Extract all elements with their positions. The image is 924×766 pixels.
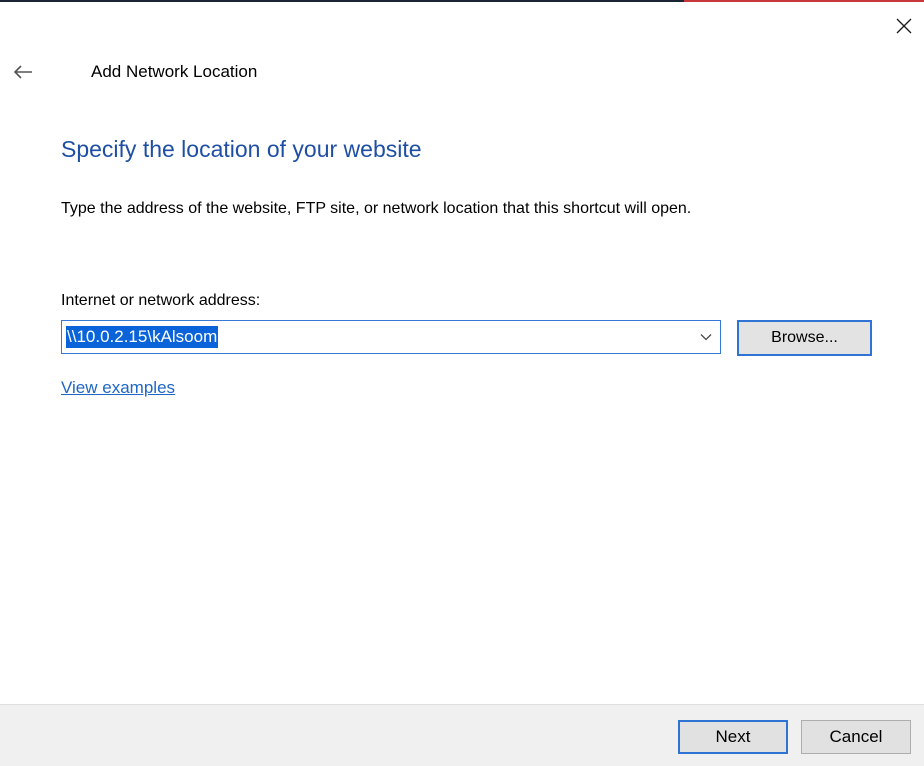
chevron-down-icon bbox=[700, 334, 712, 341]
cancel-button[interactable]: Cancel bbox=[801, 720, 911, 754]
address-input-value[interactable]: \\10.0.2.15\kAlsoom bbox=[66, 326, 219, 348]
address-label: Internet or network address: bbox=[61, 292, 261, 309]
close-icon bbox=[896, 18, 912, 34]
page-heading: Specify the location of your website bbox=[61, 136, 422, 162]
next-button[interactable]: Next bbox=[678, 720, 788, 754]
close-button[interactable] bbox=[884, 8, 924, 44]
add-network-location-dialog: Add Network Location Specify the locatio… bbox=[0, 0, 924, 766]
browse-button[interactable]: Browse... bbox=[737, 320, 872, 356]
instruction-text: Type the address of the website, FTP sit… bbox=[61, 200, 692, 217]
address-combobox[interactable]: \\10.0.2.15\kAlsoom bbox=[61, 320, 721, 354]
address-dropdown-button[interactable] bbox=[692, 321, 720, 353]
window-top-border-accent bbox=[684, 0, 924, 2]
back-button[interactable] bbox=[6, 56, 40, 88]
view-examples-link[interactable]: View examples bbox=[61, 378, 175, 398]
back-arrow-icon bbox=[13, 65, 32, 79]
wizard-title: Add Network Location bbox=[91, 62, 258, 81]
